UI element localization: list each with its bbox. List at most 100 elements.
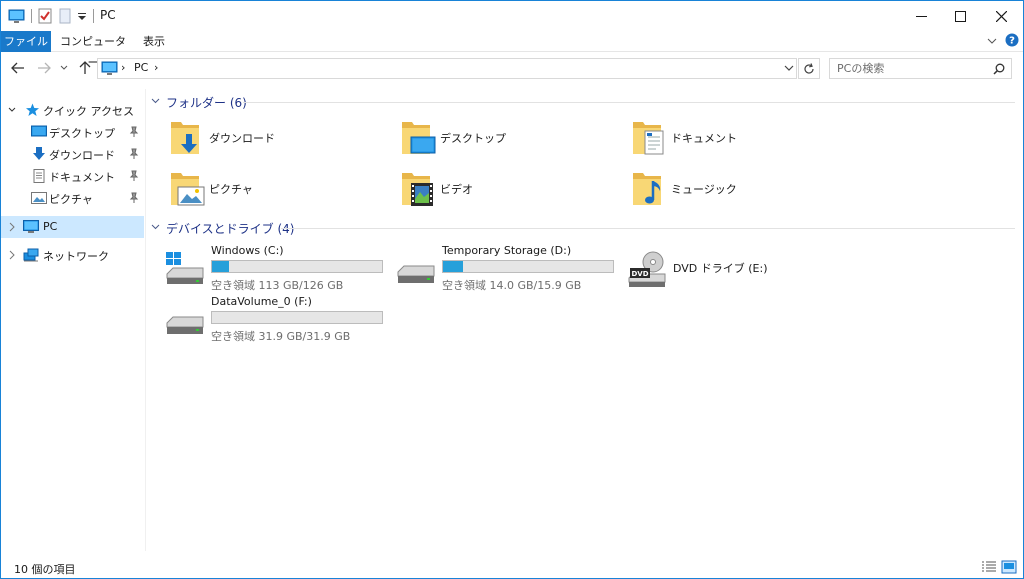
nav-item-label: ダウンロード: [49, 149, 115, 162]
hard-drive-icon: [396, 250, 436, 290]
pane-divider[interactable]: [145, 89, 146, 551]
folder-videos[interactable]: ビデオ: [400, 169, 620, 213]
drive-temporary-storage-d[interactable]: Temporary Storage (D:) 空き領域 14.0 GB/15.9…: [396, 244, 626, 292]
document-icon: [31, 169, 47, 183]
windows-drive-icon: [165, 250, 205, 290]
nav-item-label: デスクトップ: [49, 127, 115, 140]
nav-item-label: ネットワーク: [43, 250, 109, 263]
group-header-folders[interactable]: フォルダー (6): [151, 94, 1015, 110]
forward-button[interactable]: [35, 59, 53, 77]
new-folder-icon[interactable]: [59, 8, 71, 24]
large-icons-view-icon: [1001, 560, 1017, 574]
nav-item-label: ドキュメント: [49, 171, 115, 184]
customize-toolbar-icon[interactable]: [77, 8, 87, 24]
nav-item-pc[interactable]: PC: [1, 216, 144, 238]
ribbon-tabs: ファイル コンピューター 表示 ?: [1, 31, 1023, 69]
folder-label: ミュージック: [671, 183, 737, 196]
folder-desktop[interactable]: デスクトップ: [400, 118, 620, 162]
folder-pictures[interactable]: ピクチャ: [169, 169, 389, 213]
drive-usage-bar: [442, 260, 614, 273]
arrow-up-icon: [79, 61, 91, 74]
collapsed-chevron-icon[interactable]: [8, 249, 16, 261]
close-button[interactable]: [978, 1, 1024, 31]
chevron-right-icon[interactable]: ›: [154, 61, 158, 74]
nav-item-label: PC: [43, 220, 58, 233]
nav-quick-access[interactable]: クイック アクセス: [1, 99, 144, 121]
dvd-drive-icon: DVD: [627, 250, 667, 290]
drive-name: DataVolume_0 (F:): [211, 295, 312, 308]
nav-item-network[interactable]: ネットワーク: [1, 244, 144, 266]
folder-label: ピクチャ: [209, 183, 253, 196]
music-folder-icon: [631, 169, 667, 209]
hard-drive-icon: [165, 301, 205, 341]
search-input[interactable]: [837, 60, 987, 77]
collapsed-chevron-icon[interactable]: [8, 221, 16, 233]
drive-name: DVD ドライブ (E:): [673, 262, 768, 275]
pin-icon: [129, 192, 139, 204]
nav-item-downloads[interactable]: ダウンロード: [1, 143, 144, 165]
chevron-right-icon[interactable]: ›: [121, 61, 125, 74]
group-header-label: デバイスとドライブ (4): [166, 222, 295, 236]
navigation-pane: クイック アクセス デスクトップ ダウンロード ドキュメント ピクチャ PC ネ…: [1, 93, 145, 553]
drive-windows-c[interactable]: Windows (C:) 空き領域 113 GB/126 GB: [165, 244, 395, 292]
group-header-label: フォルダー (6): [166, 96, 247, 110]
download-icon: [31, 147, 47, 161]
refresh-button[interactable]: [798, 58, 820, 79]
drive-usage-bar: [211, 260, 383, 273]
folder-music[interactable]: ミュージック: [631, 169, 851, 213]
drive-datavolume-f[interactable]: DataVolume_0 (F:) 空き領域 31.9 GB/31.9 GB: [165, 295, 395, 343]
item-count: 10 個の項目: [14, 563, 76, 576]
breadcrumb-pc[interactable]: PC: [134, 61, 148, 74]
folder-documents[interactable]: ドキュメント: [631, 118, 851, 162]
arrow-left-icon: [11, 62, 24, 74]
properties-icon[interactable]: [38, 8, 52, 24]
group-divider-line: [243, 102, 1015, 103]
address-history-button[interactable]: [784, 63, 794, 76]
nav-item-documents[interactable]: ドキュメント: [1, 165, 144, 187]
details-view-button[interactable]: [981, 560, 997, 574]
close-icon: [995, 10, 1007, 22]
drive-free-space: 空き領域 113 GB/126 GB: [211, 279, 344, 292]
separator: [93, 9, 94, 23]
group-header-devices[interactable]: デバイスとドライブ (4): [151, 220, 1015, 236]
folder-downloads[interactable]: ダウンロード: [169, 118, 389, 162]
nav-item-label: ピクチャ: [49, 193, 93, 206]
downloads-folder-icon: [169, 118, 205, 158]
back-button[interactable]: [9, 59, 27, 77]
nav-item-pictures[interactable]: ピクチャ: [1, 187, 144, 209]
search-icon[interactable]: [993, 63, 1005, 78]
chevron-down-icon[interactable]: [151, 95, 160, 110]
help-icon: ?: [1005, 33, 1019, 47]
up-button[interactable]: [76, 59, 94, 77]
drive-usage-fill: [443, 261, 464, 272]
title-bar: PC: [1, 1, 1023, 31]
drive-free-space: 空き領域 14.0 GB/15.9 GB: [442, 279, 582, 292]
svg-text:DVD: DVD: [631, 270, 648, 278]
nav-item-desktop[interactable]: デスクトップ: [1, 121, 144, 143]
videos-folder-icon: [400, 169, 436, 209]
expand-ribbon-button[interactable]: [987, 34, 997, 51]
help-button[interactable]: ?: [1005, 33, 1019, 50]
large-icons-view-button[interactable]: [1001, 560, 1017, 574]
recent-locations-button[interactable]: [58, 59, 70, 77]
status-bar: 10 個の項目: [1, 557, 1023, 578]
pin-icon: [129, 170, 139, 182]
address-bar[interactable]: › PC ›: [97, 58, 797, 79]
drive-dvd-e[interactable]: DVD DVD ドライブ (E:): [627, 244, 857, 292]
drive-name: Windows (C:): [211, 244, 284, 257]
search-box[interactable]: [829, 58, 1012, 79]
chevron-down-icon: [784, 65, 794, 71]
folder-label: ビデオ: [440, 183, 473, 196]
tab-view[interactable]: 表示: [137, 31, 171, 52]
tab-computer[interactable]: コンピューター: [59, 31, 127, 69]
drive-usage-fill: [212, 261, 229, 272]
refresh-icon: [804, 62, 814, 74]
nav-quick-access-label: クイック アクセス: [43, 105, 134, 118]
tab-file[interactable]: ファイル: [1, 31, 51, 52]
maximize-button[interactable]: [937, 1, 983, 31]
pin-icon: [129, 126, 139, 138]
documents-folder-icon: [631, 118, 667, 158]
expanded-chevron-icon[interactable]: [8, 104, 16, 116]
chevron-down-icon[interactable]: [151, 221, 160, 236]
this-pc-icon[interactable]: [8, 8, 25, 24]
